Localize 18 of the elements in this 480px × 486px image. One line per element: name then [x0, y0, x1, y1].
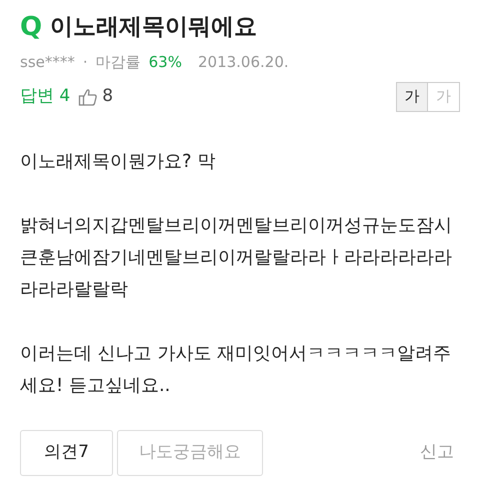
- body-paragraph: 이러는데 신나고 가사도 재미잇어서ㅋㅋㅋㅋㅋ알려주세요! 듣고싶네요..: [20, 342, 452, 398]
- answer-count: 답변 4: [20, 84, 70, 108]
- opinion-button[interactable]: 의견7: [20, 430, 113, 476]
- body-paragraph: 밝혀너의지갑멘탈브리이꺼멘탈브리이꺼성규눈도잠시큰훈남에잠기네멘탈브리이꺼랄랄라라ㅏ라라라라라라라라라랄랄락: [20, 214, 453, 302]
- font-size-button[interactable]: 가: [396, 82, 428, 112]
- post-date: 2013.06.20.: [198, 52, 289, 73]
- curious-button[interactable]: 나도궁금해요: [117, 430, 263, 476]
- question-mark: Q: [20, 11, 42, 44]
- report-button[interactable]: 신고: [414, 438, 460, 466]
- close-rate-label: 마감률: [96, 52, 141, 73]
- thumbs-up-icon: [78, 86, 98, 106]
- font-size-button[interactable]: 가: [428, 82, 460, 112]
- body-paragraph: 이노래제목이뭔가요? 막: [20, 150, 216, 174]
- like-count: 8: [102, 84, 114, 108]
- separator-dot: ·: [82, 52, 88, 73]
- close-rate-value: 63%: [148, 52, 182, 73]
- question-title: 이노래제목이뭐에요: [50, 13, 258, 42]
- author-id: sse****: [20, 52, 75, 73]
